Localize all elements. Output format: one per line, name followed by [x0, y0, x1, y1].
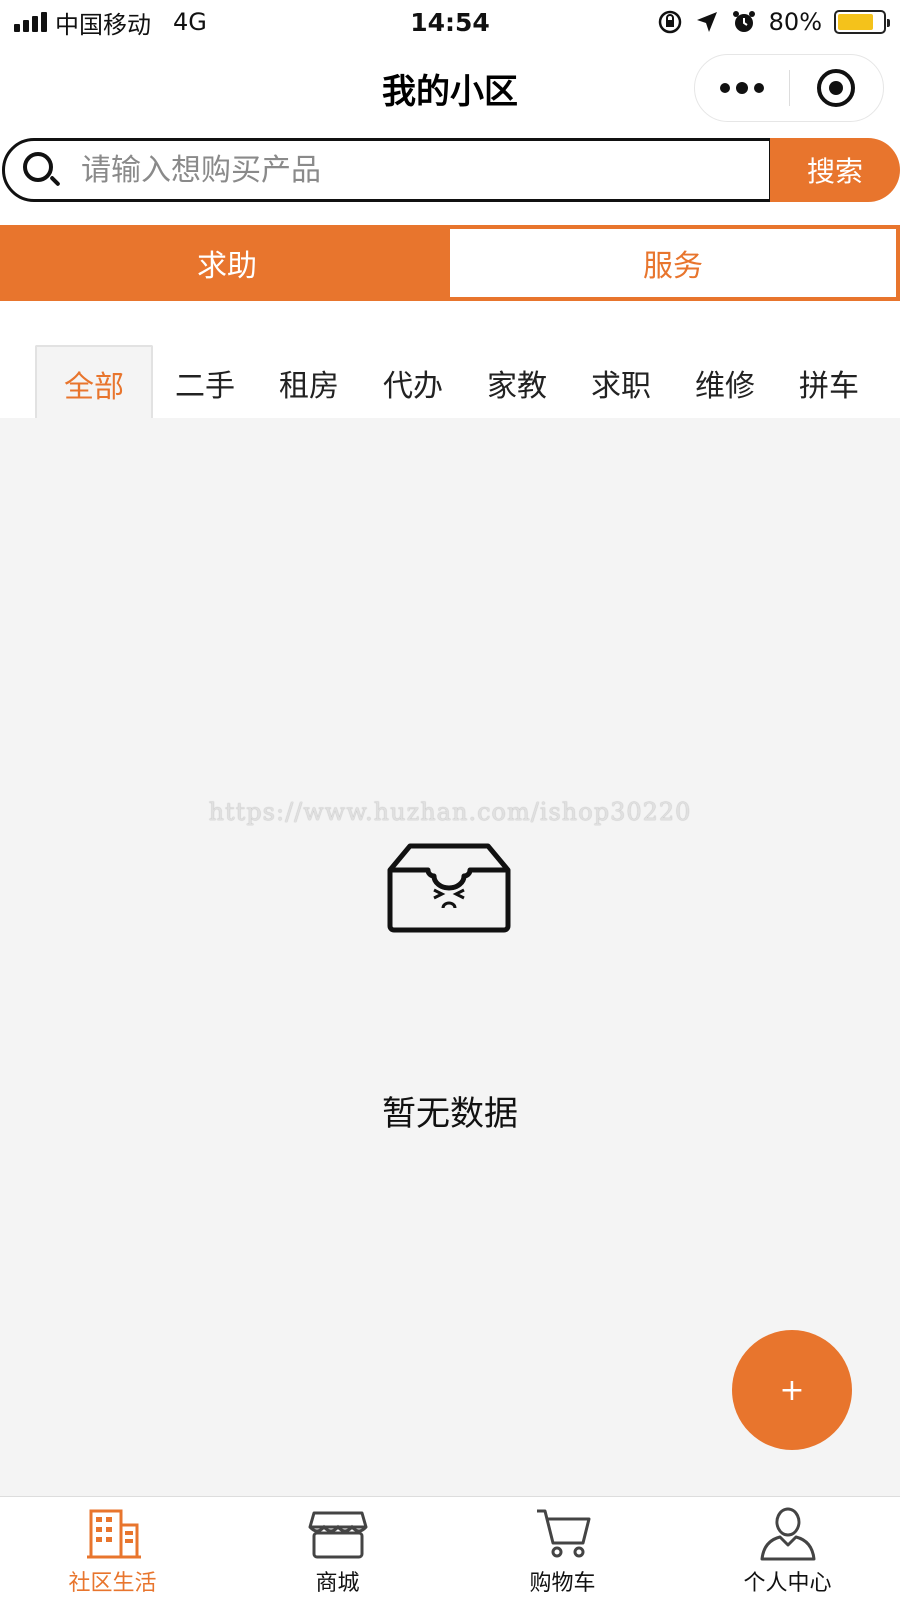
category-tab-errands[interactable]: 代办 [361, 345, 465, 420]
category-tab-tutoring[interactable]: 家教 [465, 345, 569, 420]
empty-box-icon [387, 843, 511, 933]
status-left: 中国移动 4G [14, 5, 207, 40]
category-tab-rental[interactable]: 租房 [257, 345, 361, 420]
tabbar-label-cart: 购物车 [529, 1571, 596, 1596]
tab-help[interactable]: 求助 [4, 229, 450, 297]
search-icon [19, 148, 63, 192]
search-box [2, 138, 772, 202]
status-bar: 中国移动 4G 14:54 80% [0, 0, 900, 44]
battery-percent: 80% [768, 8, 822, 36]
category-tabs: 全部 二手 租房 代办 家教 求职 维修 拼车 [35, 345, 881, 420]
content-area: https://www.huzhan.com/ishop30220 暂无数据 + [0, 418, 900, 1496]
watermark: https://www.huzhan.com/ishop30220 [208, 798, 692, 826]
tabbar-item-community[interactable]: 社区生活 [0, 1497, 225, 1600]
tabbar-item-cart[interactable]: 购物车 [450, 1497, 675, 1600]
empty-state-text: 暂无数据 [382, 1094, 518, 1134]
store-icon [308, 1511, 367, 1559]
tabbar-item-store[interactable]: 商城 [225, 1497, 450, 1600]
category-tab-all[interactable]: 全部 [35, 345, 153, 420]
add-post-button[interactable]: + [732, 1330, 852, 1450]
carrier-name: 中国移动 [55, 10, 151, 39]
target-circle-icon[interactable] [790, 55, 884, 121]
category-tab-repair[interactable]: 维修 [673, 345, 777, 420]
tabbar-label-store: 商城 [315, 1571, 360, 1596]
category-tab-carpool[interactable]: 拼车 [777, 345, 881, 420]
signal-icon [14, 12, 47, 32]
building-icon [86, 1509, 141, 1559]
nav-bar: 我的小区 [0, 44, 900, 132]
status-right: 80% [657, 8, 890, 36]
tabbar-item-profile[interactable]: 个人中心 [675, 1497, 900, 1600]
battery-icon [834, 10, 890, 34]
battery-fill [838, 14, 874, 30]
bottom-tab-bar: 社区生活 商城 购物车 个人中心 [0, 1496, 900, 1600]
tab-service[interactable]: 服务 [450, 229, 896, 297]
category-tab-secondhand[interactable]: 二手 [153, 345, 257, 420]
search-bar: 搜索 [2, 138, 900, 202]
segment-tabs: 求助 服务 [0, 225, 900, 301]
mini-program-capsule [694, 54, 884, 122]
more-dots-icon[interactable] [695, 55, 789, 121]
page-title: 我的小区 [382, 71, 518, 112]
cart-icon [536, 1509, 590, 1558]
network-type: 4G [173, 8, 207, 36]
category-tab-jobs[interactable]: 求职 [569, 345, 673, 420]
location-icon [696, 12, 717, 32]
tabbar-label-profile: 个人中心 [743, 1571, 832, 1596]
user-icon [760, 1507, 815, 1561]
rotation-lock-icon [658, 10, 681, 34]
tabbar-label-community: 社区生活 [68, 1571, 157, 1596]
search-button[interactable]: 搜索 [770, 138, 900, 202]
search-input[interactable] [81, 152, 721, 188]
alarm-icon [732, 11, 755, 32]
